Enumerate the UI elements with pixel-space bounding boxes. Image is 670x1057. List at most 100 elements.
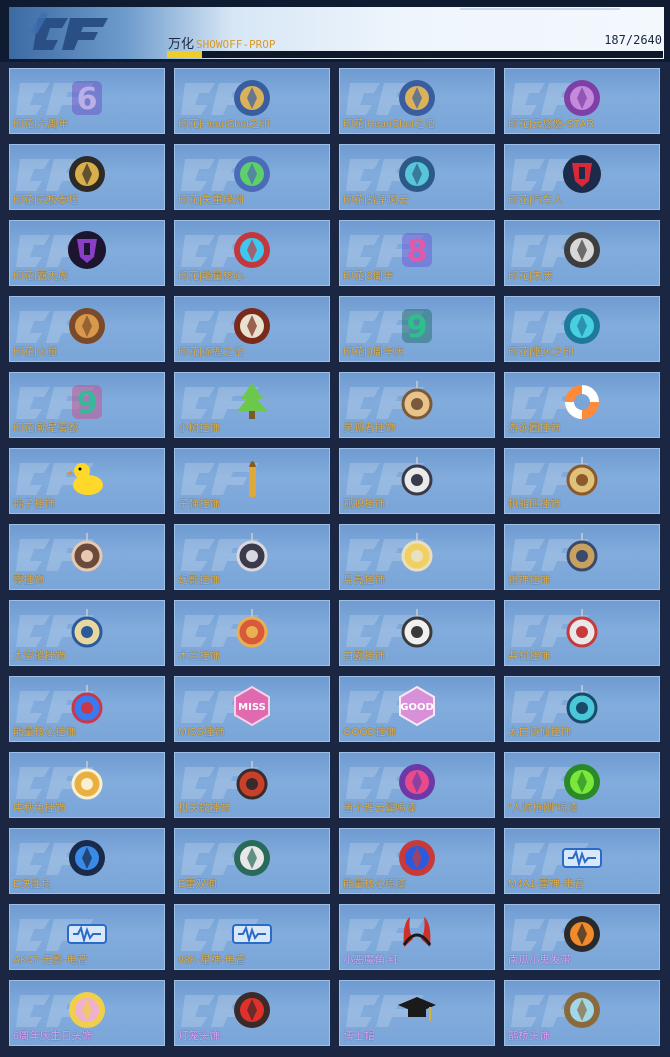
wolf-girl-charm-icon [401, 457, 433, 496]
item-card[interactable]: 太空船挂饰 [9, 600, 165, 666]
item-card[interactable]: 8 印花|8周年 [339, 220, 495, 286]
item-card[interactable]: 机关蛇挂饰 [174, 752, 330, 818]
ninja-charm-icon [236, 533, 268, 572]
item-card[interactable]: MISS MISS挂饰 [174, 676, 330, 742]
item-card[interactable]: 太白诗仙挂饰 [504, 676, 660, 742]
item-card[interactable]: 印花|火鼠 [9, 296, 165, 362]
item-card[interactable]: 灯笼头饰 [174, 980, 330, 1046]
bird-charm-icon [401, 609, 433, 648]
item-card[interactable]: 子弹挂饰 [174, 448, 330, 514]
item-card[interactable]: 中秋兔挂饰 [9, 752, 165, 818]
item-label: 鸭子挂饰 [13, 498, 55, 510]
item-card[interactable]: AK47-无影-电音 [9, 904, 165, 970]
item-card[interactable]: 小树挂饰 [174, 372, 330, 438]
girl-charm-icon [71, 533, 103, 572]
item-label: 小恶魔角-红 [343, 954, 399, 966]
item-card[interactable]: 零挂饰 [9, 524, 165, 590]
birthday-headwear-icon [69, 992, 105, 1028]
audio-card-icon [232, 924, 272, 944]
item-label: 灯笼头饰 [178, 1030, 220, 1042]
item-card[interactable]: 印花|HeartShot之印 [174, 68, 330, 134]
item-card[interactable]: 鹊桥头饰 [504, 980, 660, 1046]
item-card[interactable]: 南瓜小鬼发带 [504, 904, 660, 970]
item-card[interactable]: 孤狼挂饰 [339, 448, 495, 514]
item-label: 印花|HeartShot之印 [178, 118, 271, 130]
header-bar: 万化 SHOWOFF-PROP 187/2640 [0, 0, 670, 62]
item-card[interactable]: 6周年庆生日头饰 [9, 980, 165, 1046]
item-label: 机关蛇挂饰 [178, 802, 231, 814]
girl-spray-icon [399, 764, 435, 800]
item-card[interactable]: E雷双响 [174, 828, 330, 894]
item-card[interactable]: 灵狐者挂饰 [339, 372, 495, 438]
item-label: 中秋兔挂饰 [13, 802, 66, 814]
item-card[interactable]: 印花|烟火之印 [504, 296, 660, 362]
item-label: 印花|六周年 [13, 118, 69, 130]
item-card[interactable]: 木兰挂饰 [174, 600, 330, 666]
item-card[interactable]: 井村挂饰 [504, 600, 660, 666]
item-card[interactable]: 印花|能量核心 [174, 220, 330, 286]
good-badge-icon: GOOD [399, 685, 435, 727]
item-card[interactable]: 9 印花|9周年庆 [339, 296, 495, 362]
audio-card-icon [562, 848, 602, 868]
svg-text:8: 8 [407, 234, 428, 269]
item-card[interactable]: 月亮挂饰 [339, 524, 495, 590]
audio-card-icon [67, 924, 107, 944]
item-label: 印花|能量核心 [178, 270, 244, 282]
item-card[interactable]: 印花|究极泰坦 [9, 144, 165, 210]
item-card[interactable]: 印花|云悠悠-STAR [504, 68, 660, 134]
item-card[interactable]: 印花|朱厌 [504, 220, 660, 286]
item-card[interactable]: M4A1-雷神-电音 [504, 828, 660, 894]
item-card[interactable]: 印花|涿鹿之记 [174, 296, 330, 362]
item-label: MISS挂饰 [178, 726, 225, 738]
item-card[interactable]: “人帅枪刚”喷漆 [504, 752, 660, 818]
antler-emblem-icon [234, 308, 270, 344]
item-label: M4A1-雷神-电音 [508, 878, 585, 890]
number-9-icon: 9 [402, 309, 432, 345]
item-label: 印花|火鼠 [13, 346, 58, 358]
item-card[interactable]: 6 印花|六周年 [9, 68, 165, 134]
item-card[interactable]: 博士帽 [339, 980, 495, 1046]
item-card[interactable]: 白露挂饰 [339, 600, 495, 666]
item-card[interactable]: 印花|战争风云 [339, 144, 495, 210]
item-card[interactable]: 印花|失重绿洲 [174, 144, 330, 210]
item-card[interactable]: 能量核心喷漆 [339, 828, 495, 894]
item-card[interactable]: 鸭子挂饰 [9, 448, 165, 514]
item-label: 灵狐者挂饰 [343, 422, 396, 434]
item-label: GOOD挂饰 [343, 726, 397, 738]
beast-head-icon [564, 232, 600, 268]
svg-text:9: 9 [77, 386, 98, 421]
poet-charm-icon [566, 685, 598, 724]
spaceship-charm-icon [71, 609, 103, 648]
svg-text:6: 6 [77, 82, 98, 117]
item-card[interactable]: 印花|HeartShot之记 [339, 68, 495, 134]
green-spray-icon [564, 764, 600, 800]
item-card[interactable]: 幻影挂饰 [174, 524, 330, 590]
item-card[interactable]: 9 印花|勒是雾都 [9, 372, 165, 438]
item-card[interactable]: 当个理云鬓喷漆 [339, 752, 495, 818]
item-label: 孤狼挂饰 [343, 498, 385, 510]
item-card[interactable]: 游泳圈挂饰 [504, 372, 660, 438]
item-card[interactable]: E决胜负 [9, 828, 165, 894]
item-card[interactable]: 印花|霸天虎 [9, 220, 165, 286]
item-card[interactable]: 98K-星神-电音 [174, 904, 330, 970]
item-card[interactable]: 印花|汽车人 [504, 144, 660, 210]
fox-girl-charm-icon [401, 381, 433, 420]
item-label: 印花|汽车人 [508, 194, 564, 206]
item-label: “人帅枪刚”喷漆 [508, 802, 578, 814]
item-label: 白露挂饰 [343, 650, 385, 662]
bridge-headwear-icon [564, 992, 600, 1028]
item-label: 小树挂饰 [178, 422, 220, 434]
swim-ring-icon [565, 385, 599, 419]
item-label: 游泳圈挂饰 [508, 422, 561, 434]
item-label: 能量核心喷漆 [343, 878, 406, 890]
item-card[interactable]: 能量核心挂饰 [9, 676, 165, 742]
item-card[interactable]: 猎神挂饰 [504, 524, 660, 590]
item-card[interactable]: GOOD GOOD挂饰 [339, 676, 495, 742]
item-card[interactable]: 帆船匪挂饰 [504, 448, 660, 514]
item-grid: 6 印花|六周年 印花|HeartShot之印 印花|HeartShot之记 印花… [9, 68, 663, 1046]
item-label: 月亮挂饰 [343, 574, 385, 586]
graduation-cap-icon [398, 997, 436, 1021]
collection-progress-fill [167, 51, 203, 58]
item-label: 印花|朱厌 [508, 270, 553, 282]
item-card[interactable]: 小恶魔角-红 [339, 904, 495, 970]
